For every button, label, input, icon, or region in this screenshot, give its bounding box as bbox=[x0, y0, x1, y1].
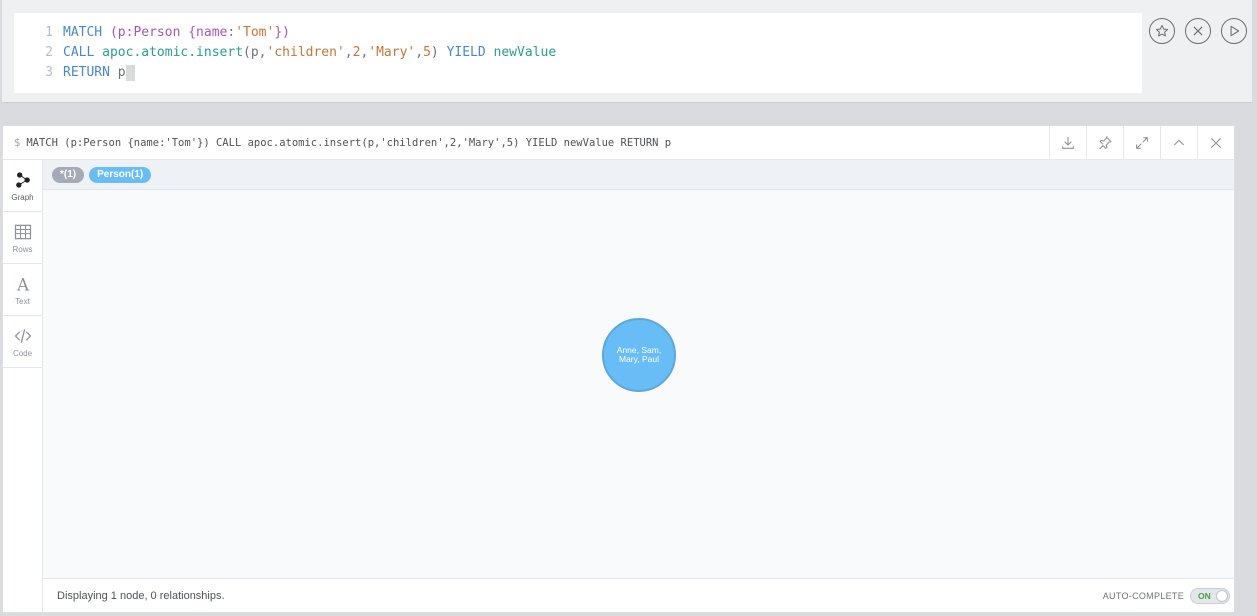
download-icon bbox=[1062, 136, 1074, 149]
svg-text:A: A bbox=[15, 275, 29, 293]
pin-button[interactable] bbox=[1086, 126, 1123, 159]
chevron-up-icon bbox=[1173, 139, 1185, 145]
text-icon: A bbox=[15, 275, 29, 293]
code-line[interactable]: 2 CALL apoc.atomic.insert(p,'children',2,… bbox=[14, 43, 1142, 63]
close-icon bbox=[1193, 26, 1203, 36]
legend-person-label[interactable]: Person(1) bbox=[89, 166, 152, 183]
tab-code[interactable]: Code bbox=[3, 316, 42, 368]
autocomplete-control: AUTO-COMPLETE ON bbox=[1102, 587, 1230, 604]
code-token: newValue bbox=[493, 45, 557, 60]
favorite-button[interactable] bbox=[1149, 18, 1175, 44]
line-number: 3 bbox=[45, 65, 53, 80]
tab-graph[interactable]: Graph bbox=[3, 160, 42, 212]
code-token: , bbox=[344, 45, 353, 60]
status-bar: Displaying 1 node, 0 relationships. AUTO… bbox=[43, 578, 1234, 612]
graph-canvas[interactable]: *(1) Person(1) Anne, Sam, Mary, Paul bbox=[43, 160, 1234, 578]
collapse-button[interactable] bbox=[1160, 126, 1197, 159]
code-token: apoc.atomic.insert bbox=[102, 45, 244, 60]
code-token: 5 bbox=[423, 45, 431, 60]
autocomplete-label: AUTO-COMPLETE bbox=[1102, 590, 1184, 601]
code-content: CALL apoc.atomic.insert(p,'children',2,'… bbox=[63, 43, 556, 63]
code-token: 'children' bbox=[266, 45, 345, 60]
table-icon bbox=[14, 224, 31, 239]
tab-rows-label: Rows bbox=[12, 244, 33, 254]
code-token: MATCH bbox=[63, 25, 110, 40]
tab-graph-label: Graph bbox=[11, 192, 34, 202]
legend-all-nodes[interactable]: *(1) bbox=[52, 166, 85, 183]
fullscreen-icon bbox=[1136, 136, 1148, 149]
query-editor[interactable]: 1 MATCH (p:Person {name:'Tom'}) 2 CALL apoc… bbox=[14, 13, 1142, 93]
code-token: 'Tom' bbox=[235, 25, 275, 40]
text-cursor bbox=[125, 65, 135, 81]
code-token: ) bbox=[430, 45, 447, 60]
line-number: 2 bbox=[45, 45, 53, 60]
graph-icon bbox=[15, 171, 30, 188]
frame-toolbar bbox=[1049, 126, 1234, 159]
clear-button[interactable] bbox=[1185, 18, 1211, 44]
legend-bar: *(1) Person(1) bbox=[43, 160, 1234, 190]
frame-header: $ MATCH (p:Person {name:'Tom'}) CALL apoc… bbox=[3, 126, 1234, 160]
tab-text[interactable]: A Text bbox=[3, 264, 42, 316]
code-content: MATCH (p:Person {name:'Tom'}) bbox=[63, 23, 290, 43]
tab-code-label: Code bbox=[12, 348, 33, 358]
code-token: (p, bbox=[243, 45, 267, 60]
code-line[interactable]: 3 RETURN p bbox=[14, 63, 1142, 83]
code-token: (p:Person {name: bbox=[109, 25, 236, 40]
run-button[interactable] bbox=[1221, 18, 1247, 44]
result-frame: $ MATCH (p:Person {name:'Tom'}) CALL apoc… bbox=[2, 125, 1235, 613]
autocomplete-toggle[interactable]: ON bbox=[1190, 587, 1230, 604]
close-icon bbox=[1210, 137, 1222, 148]
toggle-state: ON bbox=[1198, 590, 1211, 601]
fullscreen-button[interactable] bbox=[1123, 126, 1160, 159]
code-token: YIELD bbox=[446, 45, 494, 60]
toggle-knob bbox=[1216, 589, 1228, 602]
editor-actions bbox=[1149, 18, 1247, 44]
view-tabs: Graph Rows A Text Code bbox=[3, 160, 43, 612]
tab-rows[interactable]: Rows bbox=[3, 212, 42, 264]
person-node[interactable]: Anne, Sam, Mary, Paul bbox=[602, 318, 676, 392]
code-token: p bbox=[117, 65, 126, 80]
code-token: , bbox=[415, 45, 424, 60]
line-number: 1 bbox=[45, 25, 53, 40]
pin-icon bbox=[1099, 135, 1112, 149]
code-line[interactable]: 1 MATCH (p:Person {name:'Tom'}) bbox=[14, 23, 1142, 43]
editor-panel: 1 MATCH (p:Person {name:'Tom'}) 2 CALL apoc… bbox=[2, 0, 1252, 103]
node-caption: Anne, Sam, Mary, Paul bbox=[616, 345, 662, 364]
frame-query-title[interactable]: $ MATCH (p:Person {name:'Tom'}) CALL apoc… bbox=[3, 137, 1049, 149]
status-text: Displaying 1 node, 0 relationships. bbox=[57, 589, 225, 602]
play-icon bbox=[1230, 25, 1240, 37]
star-icon bbox=[1155, 24, 1169, 37]
code-content: RETURN p bbox=[63, 63, 135, 83]
close-frame-button[interactable] bbox=[1197, 126, 1234, 159]
code-token: RETURN bbox=[63, 65, 118, 80]
code-token: CALL bbox=[63, 45, 103, 60]
code-token: 'Mary' bbox=[368, 45, 416, 60]
code-token: }) bbox=[274, 25, 290, 40]
frame-query-text: MATCH (p:Person {name:'Tom'}) CALL apoc.… bbox=[26, 136, 672, 149]
download-button[interactable] bbox=[1049, 126, 1086, 159]
prompt-symbol: $ bbox=[14, 136, 21, 149]
code-icon bbox=[14, 328, 31, 343]
tab-text-label: Text bbox=[15, 296, 30, 306]
